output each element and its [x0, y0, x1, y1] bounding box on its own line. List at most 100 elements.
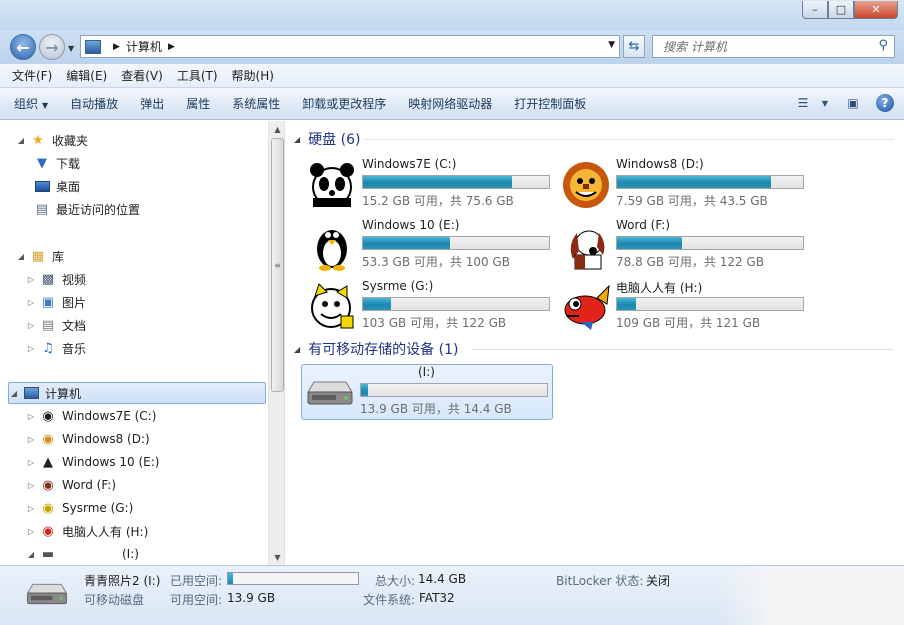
nav-drive-d[interactable]: ▷ ◉ Windows8 (D:) — [26, 428, 150, 450]
expand-arrow-icon[interactable]: ▷ — [26, 344, 36, 353]
expand-arrow-icon[interactable]: ▷ — [26, 504, 36, 513]
drive-tile-g[interactable]: Sysrme (G:) 103 GB 可用，共 122 GB — [304, 279, 556, 335]
collapse-arrow-icon[interactable]: ◢ — [16, 136, 26, 145]
removable-disk-icon: ▬ — [41, 546, 55, 562]
nav-downloads-label: 下载 — [56, 156, 81, 171]
nav-drive-i[interactable]: ◢ ▬ (I:) — [26, 543, 139, 565]
autoplay-button[interactable]: 自动播放 — [70, 95, 118, 112]
back-button[interactable]: ← — [10, 34, 36, 60]
drive-tile-c[interactable]: Windows7E (C:) 15.2 GB 可用，共 75.6 GB — [304, 157, 556, 213]
nav-desktop[interactable]: 桌面 — [30, 175, 80, 197]
search-icon[interactable]: ⚲ — [878, 38, 888, 53]
chevron-down-icon: ▼ — [42, 101, 49, 110]
collapse-arrow-icon[interactable]: ◢ — [16, 252, 26, 261]
menu-help[interactable]: 帮助(H) — [232, 67, 274, 84]
star-icon: ★ — [32, 132, 44, 148]
preview-pane-icon[interactable]: ▣ — [844, 95, 862, 111]
drive-tile-i[interactable]: (I:) 13.9 GB 可用，共 14.4 GB — [301, 364, 553, 420]
properties-button[interactable]: 属性 — [186, 95, 210, 112]
expand-arrow-icon[interactable]: ▷ — [26, 481, 36, 490]
library-icon: ▦ — [31, 248, 45, 264]
details-used-label: 已用空间: — [170, 574, 223, 588]
nav-drive-label: Windows7E (C:) — [62, 409, 157, 423]
drive-space-info: 13.9 GB 可用，共 14.4 GB — [360, 402, 512, 416]
address-dropdown-icon[interactable]: ▼ — [608, 40, 615, 50]
nav-drive-e[interactable]: ▷ ▲ Windows 10 (E:) — [26, 451, 160, 473]
refresh-button[interactable]: ⇆ — [623, 35, 645, 58]
expand-arrow-icon[interactable]: ▷ — [26, 527, 36, 536]
nav-music[interactable]: ▷ ♫ 音乐 — [26, 337, 86, 359]
nav-downloads[interactable]: ▼ 下载 — [30, 152, 80, 174]
drive-name: (I:) — [418, 365, 435, 379]
nav-pictures[interactable]: ▷ ▣ 图片 — [26, 291, 86, 313]
change-view-icon[interactable]: ☰ — [794, 95, 812, 111]
nav-favorites-label: 收藏夹 — [52, 133, 89, 148]
nav-drive-g[interactable]: ▷ ◉ Sysrme (G:) — [26, 497, 133, 519]
expand-arrow-icon[interactable]: ▷ — [26, 321, 36, 330]
nav-computer[interactable]: ◢ 计算机 — [8, 382, 266, 404]
menu-tools[interactable]: 工具(T) — [177, 67, 218, 84]
nav-library[interactable]: ◢ ▦ 库 — [16, 245, 64, 267]
breadcrumb-separator-icon[interactable]: ▶ — [168, 42, 175, 52]
forward-button[interactable]: → — [39, 34, 65, 60]
nav-scrollbar[interactable]: ▲ ≡ ▼ — [268, 121, 284, 565]
uninstall-button[interactable]: 卸载或更改程序 — [302, 95, 386, 112]
collapse-arrow-icon[interactable]: ◢ — [294, 345, 300, 354]
collapse-arrow-icon[interactable]: ◢ — [9, 389, 19, 398]
nav-favorites[interactable]: ◢ ★ 收藏夹 — [16, 129, 88, 151]
group-header-removable[interactable]: ◢ 有可移动存储的设备 (1) — [294, 339, 458, 359]
search-input[interactable]: 搜索 计算机 ⚲ — [652, 35, 895, 58]
address-bar[interactable]: ▶ 计算机 ▶ ▼ — [80, 35, 620, 58]
picture-icon: ▣ — [41, 294, 55, 310]
expand-arrow-icon[interactable]: ▷ — [26, 458, 36, 467]
view-dropdown-icon[interactable]: ▼ — [816, 95, 834, 111]
map-network-drive-button[interactable]: 映射网络驱动器 — [408, 95, 492, 112]
scroll-down-icon[interactable]: ▼ — [269, 549, 284, 565]
drive-name: Windows8 (D:) — [616, 157, 704, 171]
removable-disk-icon — [24, 580, 70, 611]
desktop-icon — [34, 178, 50, 194]
details-drive-type: 可移动磁盘 — [84, 593, 145, 607]
drive-tile-f[interactable]: Word (F:) 78.8 GB 可用，共 122 GB — [558, 218, 810, 274]
nav-drive-h[interactable]: ▷ ◉ 电脑人人有 (H:) — [26, 520, 148, 542]
minimize-button[interactable]: – — [802, 1, 828, 19]
scroll-up-icon[interactable]: ▲ — [269, 121, 284, 137]
scrollbar-thumb[interactable]: ≡ — [271, 138, 284, 392]
group-header-hdd[interactable]: ◢ 硬盘 (6) — [294, 129, 360, 149]
nav-recent-places[interactable]: ▤ 最近访问的位置 — [30, 198, 140, 220]
drive-name: Windows7E (C:) — [362, 157, 457, 171]
nav-drive-c[interactable]: ▷ ◉ Windows7E (C:) — [26, 405, 156, 427]
expand-arrow-icon[interactable]: ▷ — [26, 275, 36, 284]
panda-icon: ◉ — [42, 408, 54, 424]
breadcrumb-separator-icon[interactable]: ▶ — [113, 42, 120, 52]
recent-pages-dropdown[interactable]: ▼ — [68, 44, 74, 53]
open-control-panel-button[interactable]: 打开控制面板 — [514, 95, 586, 112]
address-row: ← → ▼ ▶ 计算机 ▶ ▼ ⇆ 搜索 计算机 ⚲ — [0, 30, 904, 64]
collapse-arrow-icon[interactable]: ◢ — [294, 135, 300, 144]
maximize-button[interactable]: □ — [828, 1, 854, 19]
close-button[interactable]: ✕ — [854, 1, 898, 19]
breadcrumb-computer[interactable]: 计算机 — [126, 38, 162, 55]
help-icon[interactable]: ? — [876, 94, 894, 112]
explorer-window: – □ ✕ ← → ▼ ▶ 计算机 ▶ ▼ ⇆ 搜索 计算机 ⚲ 文件(F) 编… — [0, 0, 904, 625]
caption-buttons: – □ ✕ — [802, 1, 898, 19]
nav-pictures-label: 图片 — [62, 295, 87, 310]
drive-tile-e[interactable]: Windows 10 (E:) 53.3 GB 可用，共 100 GB — [304, 218, 556, 274]
nav-drive-f[interactable]: ▷ ◉ Word (F:) — [26, 474, 116, 496]
menu-edit[interactable]: 编辑(E) — [66, 67, 107, 84]
menu-view[interactable]: 查看(V) — [121, 67, 163, 84]
drive-tile-h[interactable]: 电脑人人有 (H:) 109 GB 可用，共 121 GB — [558, 279, 810, 335]
organize-button[interactable]: 组织 ▼ — [14, 95, 48, 112]
usage-bar — [616, 236, 804, 250]
system-properties-button[interactable]: 系统属性 — [232, 95, 280, 112]
expand-arrow-icon[interactable]: ▷ — [26, 298, 36, 307]
nav-videos[interactable]: ▷ ▩ 视频 — [26, 268, 86, 290]
expand-arrow-icon[interactable]: ▷ — [26, 435, 36, 444]
drive-tile-d[interactable]: Windows8 (D:) 7.59 GB 可用，共 43.5 GB — [558, 157, 810, 213]
nav-documents[interactable]: ▷ ▤ 文档 — [26, 314, 86, 336]
collapse-arrow-icon[interactable]: ◢ — [26, 550, 36, 559]
menu-file[interactable]: 文件(F) — [12, 67, 52, 84]
eject-button[interactable]: 弹出 — [140, 95, 164, 112]
expand-arrow-icon[interactable]: ▷ — [26, 412, 36, 421]
details-total-value: 14.4 GB — [418, 572, 467, 586]
